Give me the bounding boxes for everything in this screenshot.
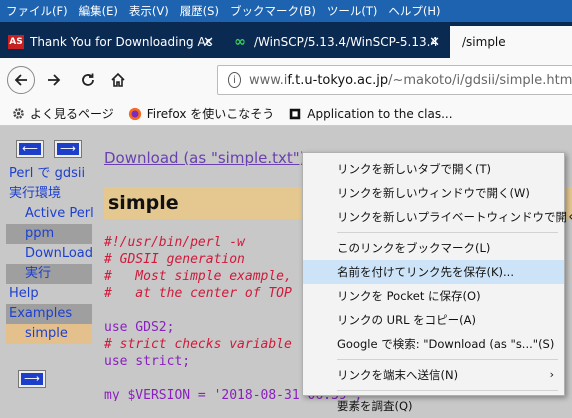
context-menu-label: リンクの URL をコピー(A) <box>337 313 476 327</box>
context-menu-item[interactable]: リンクの URL をコピー(A) <box>303 308 564 332</box>
code-text: # Most simple example, <box>104 269 292 284</box>
context-menu-item[interactable]: このリンクをブックマーク(L) <box>303 236 564 260</box>
menu-item[interactable]: 編集(E) <box>79 3 118 19</box>
side-navigation: Perl で gdsii 実行環境 Active Perl ppm DownLoad 実行… <box>6 164 94 344</box>
navigation-bar: i www.if.t.u-tokyo.ac.jp/~makoto/i/gdsii… <box>0 58 572 102</box>
context-menu-item[interactable]: 名前を付けてリンク先を保存(K)... <box>303 260 564 284</box>
bookmark-site-icon <box>288 107 302 121</box>
context-menu-label: 要素を調査(Q) <box>337 399 413 413</box>
close-icon[interactable]: ✕ <box>203 35 214 50</box>
context-menu-label: リンクを端末へ送信(N) <box>337 368 459 382</box>
download-link[interactable]: Download (as "simple.txt") <box>104 149 306 167</box>
sidenav-item[interactable]: Examples <box>6 304 92 324</box>
tab-thank-you[interactable]: AS Thank You for Downloading Ac ✕ <box>0 26 222 58</box>
next-page-button-bottom[interactable]: ⟶ <box>18 370 46 388</box>
context-menu-label: Google で検索: "Download (as "s..."(S) <box>337 337 555 351</box>
code-text: # GDSII generation <box>104 252 245 267</box>
code-text: use strict; <box>104 354 191 369</box>
reload-button[interactable] <box>74 66 102 94</box>
context-menu-label: リンクを新しいタブで開く(T) <box>337 162 491 176</box>
menu-item[interactable]: ツール(T) <box>327 3 378 19</box>
firefox-icon <box>128 107 142 121</box>
url-bar[interactable]: i www.if.t.u-tokyo.ac.jp/~makoto/i/gdsii… <box>217 65 572 95</box>
right-arrow-icon: ⟶ <box>57 143 79 155</box>
context-menu-item[interactable]: リンクを Pocket に保存(O) <box>303 284 564 308</box>
menubar: ファイル(F) 編集(E) 表示(V) 履歴(S) ブックマーク(B) ツール(T) ヘルプ… <box>0 0 572 22</box>
context-menu-item[interactable]: 要素を調査(Q) <box>303 394 564 418</box>
close-icon[interactable]: ✕ <box>429 35 440 50</box>
chevron-right-icon: › <box>549 368 554 381</box>
tab-bar: AS Thank You for Downloading Ac ✕ ∞ /Win… <box>0 22 572 58</box>
context-menu-item[interactable]: リンクを新しいウィンドウで開く(W) <box>303 181 564 205</box>
menu-item[interactable]: ブックマーク(B) <box>230 3 316 19</box>
right-arrow-icon: ⟶ <box>21 373 43 385</box>
context-menu-label: リンクを新しいウィンドウで開く(W) <box>337 186 530 200</box>
reload-icon <box>82 73 94 86</box>
sidenav-item[interactable]: 実行環境 <box>6 184 92 204</box>
forward-button[interactable] <box>40 66 68 94</box>
menu-item[interactable]: 履歴(S) <box>180 3 219 19</box>
sidenav-item[interactable]: Help <box>6 284 92 304</box>
bookmark-firefox[interactable]: Firefox を使いこなそう <box>128 105 275 122</box>
infinity-icon: ∞ <box>234 34 246 50</box>
sidenav-item[interactable]: Active Perl <box>6 204 94 224</box>
context-menu-label: このリンクをブックマーク(L) <box>337 241 491 255</box>
bookmark-application[interactable]: Application to the clas... <box>288 106 453 121</box>
as-icon: AS <box>8 35 24 49</box>
code-text: # strict checks variable <box>104 337 292 352</box>
tab-title: /simple <box>462 35 506 49</box>
tab-title: /WinSCP/5.13.4/WinSCP-5.13.4 <box>254 35 439 49</box>
back-button[interactable] <box>7 66 35 94</box>
left-arrow-icon: ⟵ <box>19 143 41 155</box>
sidenav-item[interactable]: simple <box>6 324 92 344</box>
url-text: www.if.t.u-tokyo.ac.jp/~makoto/i/gdsii/s… <box>248 72 572 88</box>
tab-simple[interactable]: /simple <box>450 26 572 58</box>
forward-arrow-icon <box>48 74 61 86</box>
context-menu-item[interactable]: リンクを新しいプライベートウィンドウで開く(P) <box>303 205 572 229</box>
sidenav-item[interactable]: 実行 <box>6 264 92 284</box>
context-menu: リンクを新しいタブで開く(T) リンクを新しいウィンドウで開く(W) リンクを新しい… <box>302 152 572 413</box>
context-menu-item[interactable]: リンクを新しいタブで開く(T) <box>303 157 564 181</box>
tab-winscp[interactable]: ∞ /WinSCP/5.13.4/WinSCP-5.13.4 ✕ <box>224 26 448 58</box>
context-menu-item[interactable]: Google で検索: "Download (as "s..."(S) <box>303 332 564 356</box>
context-menu-label: 名前を付けてリンク先を保存(K)... <box>337 265 514 279</box>
bookmark-label: Firefox を使いこなそう <box>146 107 275 121</box>
menu-separator <box>337 359 558 360</box>
bookmark-label: Application to the clas... <box>307 106 453 121</box>
menu-item[interactable]: 表示(V) <box>129 3 169 19</box>
home-icon <box>111 72 125 87</box>
sidenav-item[interactable]: ppm <box>6 224 92 244</box>
sidenav-item[interactable]: Perl で gdsii <box>6 164 92 184</box>
bookmark-label: よく見るページ <box>30 107 114 121</box>
menu-separator <box>337 232 558 233</box>
prev-page-button[interactable]: ⟵ <box>16 140 44 158</box>
code-text: #!/usr/bin/perl -w <box>104 235 245 250</box>
tab-title: Thank You for Downloading Ac <box>30 35 213 49</box>
back-arrow-icon <box>14 74 27 86</box>
menu-separator <box>337 390 558 391</box>
context-menu-label: リンクを新しいプライベートウィンドウで開く(P) <box>337 210 572 224</box>
context-menu-item[interactable]: リンクを端末へ送信(N) › <box>303 363 564 387</box>
bookmarks-toolbar: よく見るページ Firefox を使いこなそう Application to t… <box>0 102 572 126</box>
menu-item[interactable]: ファイル(F) <box>6 3 68 19</box>
code-text: use GDS2; <box>104 320 175 335</box>
code-text: # at the center of TOP <box>104 286 292 301</box>
info-icon[interactable]: i <box>228 72 241 88</box>
home-button[interactable] <box>104 66 132 94</box>
menu-item[interactable]: ヘルプ(H) <box>388 3 440 19</box>
gear-icon <box>12 107 25 120</box>
sidenav-item[interactable]: DownLoad <box>6 244 93 264</box>
context-menu-label: リンクを Pocket に保存(O) <box>337 289 481 303</box>
bookmark-most-visited[interactable]: よく見るページ <box>12 105 114 122</box>
next-page-button[interactable]: ⟶ <box>54 140 82 158</box>
